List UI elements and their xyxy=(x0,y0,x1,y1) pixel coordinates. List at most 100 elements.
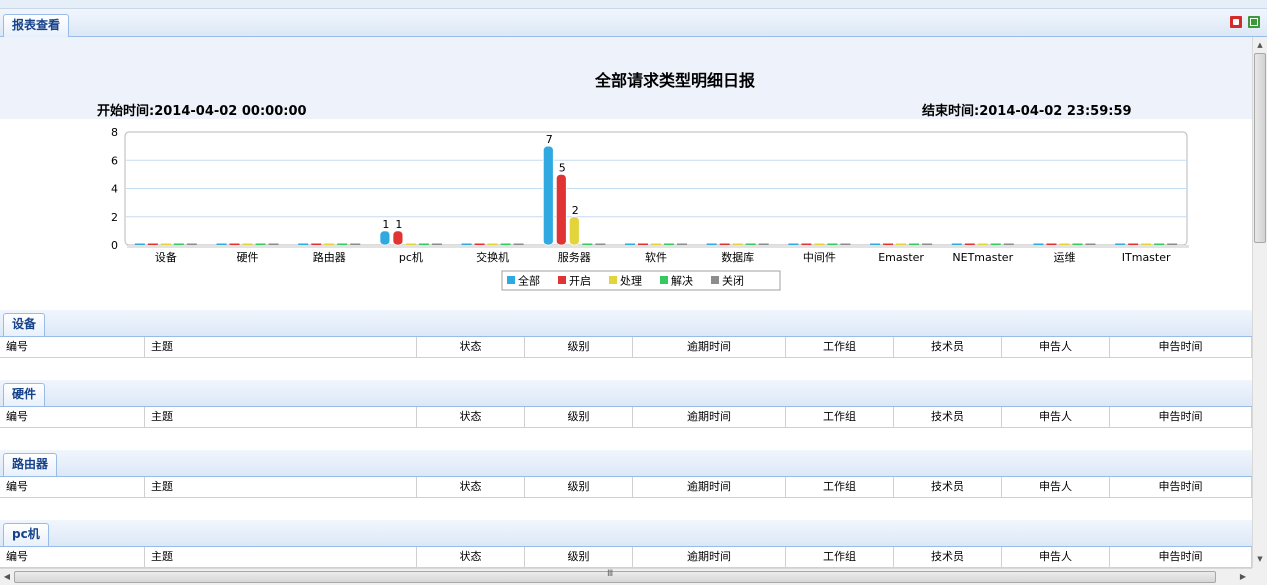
column-header[interactable]: 状态 xyxy=(417,477,525,497)
bar xyxy=(840,243,851,245)
column-header[interactable]: 主题 xyxy=(145,407,417,427)
column-header[interactable]: 工作组 xyxy=(786,407,894,427)
section-tab[interactable]: pc机 xyxy=(3,523,49,546)
report-header: 全部请求类型明细日报 开始时间:2014-04-02 00:00:00 结束时间… xyxy=(0,37,1252,119)
tab-report-view[interactable]: 报表查看 xyxy=(3,14,70,37)
bar xyxy=(883,243,894,245)
column-header[interactable]: 状态 xyxy=(417,337,525,357)
bar xyxy=(418,243,429,245)
bar xyxy=(1059,243,1070,245)
column-header[interactable]: 级别 xyxy=(525,477,633,497)
column-header[interactable]: 主题 xyxy=(145,477,417,497)
bar xyxy=(147,243,158,245)
scroll-left-arrow-icon[interactable]: ◀ xyxy=(0,569,14,585)
column-header[interactable]: 申告时间 xyxy=(1110,477,1252,497)
horizontal-scrollbar[interactable]: ◀ Ⅲ ▶ xyxy=(0,568,1252,585)
bar xyxy=(337,243,348,245)
column-header[interactable]: 申告人 xyxy=(1002,477,1110,497)
bar xyxy=(255,243,266,245)
column-header[interactable]: 申告人 xyxy=(1002,337,1110,357)
column-header[interactable]: 编号 xyxy=(0,337,145,357)
table-header-row: 编号 主题 状态 级别 逾期时间 工作组 技术员 申告人 申告时间 xyxy=(0,337,1252,358)
bar xyxy=(186,243,197,245)
column-header[interactable]: 工作组 xyxy=(786,337,894,357)
scroll-right-arrow-icon[interactable]: ▶ xyxy=(1236,569,1250,585)
column-header[interactable]: 申告时间 xyxy=(1110,407,1252,427)
horizontal-scroll-thumb[interactable]: Ⅲ xyxy=(14,569,1216,583)
column-header[interactable]: 工作组 xyxy=(786,477,894,497)
column-header[interactable]: 编号 xyxy=(0,547,145,567)
column-header[interactable]: 申告时间 xyxy=(1110,547,1252,567)
bar xyxy=(638,243,648,245)
column-header[interactable]: 逾期时间 xyxy=(633,477,786,497)
column-header[interactable]: 技术员 xyxy=(894,337,1002,357)
column-header[interactable]: 逾期时间 xyxy=(633,407,786,427)
bar xyxy=(555,173,567,246)
y-tick-label: 8 xyxy=(111,126,118,139)
bar xyxy=(651,243,661,245)
bar xyxy=(500,243,511,245)
bar xyxy=(870,243,881,245)
y-tick-label: 0 xyxy=(111,239,118,252)
section-header: pc机 xyxy=(0,520,1252,547)
bar xyxy=(474,243,485,245)
column-header[interactable]: 级别 xyxy=(525,547,633,567)
vertical-scrollbar[interactable]: ▲ ▼ xyxy=(1252,37,1267,568)
section-tab[interactable]: 硬件 xyxy=(3,383,46,406)
bar xyxy=(487,243,498,245)
bar xyxy=(431,243,442,245)
bar xyxy=(732,243,743,245)
column-header[interactable]: 编号 xyxy=(0,477,145,497)
vertical-scroll-thumb[interactable] xyxy=(1254,53,1266,243)
x-tick-label: pc机 xyxy=(399,250,423,264)
column-header[interactable]: 技术员 xyxy=(894,407,1002,427)
legend-label: 开启 xyxy=(569,275,591,288)
bar xyxy=(268,243,279,245)
bar xyxy=(827,243,838,245)
legend-swatch xyxy=(558,276,566,284)
legend-label: 处理 xyxy=(620,275,642,288)
tab-strip: 报表查看 xyxy=(0,9,1267,37)
bar xyxy=(677,243,687,245)
bar xyxy=(625,243,635,245)
section-tab[interactable]: 路由器 xyxy=(3,453,58,476)
section-tab[interactable]: 设备 xyxy=(3,313,46,336)
column-header[interactable]: 申告时间 xyxy=(1110,337,1252,357)
column-header[interactable]: 编号 xyxy=(0,407,145,427)
scroll-up-arrow-icon[interactable]: ▲ xyxy=(1253,38,1267,52)
column-header[interactable]: 级别 xyxy=(525,337,633,357)
column-header[interactable]: 技术员 xyxy=(894,477,1002,497)
x-tick-label: 交换机 xyxy=(476,250,509,264)
column-header[interactable]: 申告人 xyxy=(1002,407,1110,427)
bar xyxy=(513,243,524,245)
column-header[interactable]: 级别 xyxy=(525,407,633,427)
x-tick-label: 数据库 xyxy=(721,250,754,264)
bar xyxy=(719,243,730,245)
bar xyxy=(1046,243,1057,245)
scroll-down-arrow-icon[interactable]: ▼ xyxy=(1253,552,1267,566)
bar xyxy=(461,243,472,245)
bar xyxy=(229,243,240,245)
column-header[interactable]: 主题 xyxy=(145,337,417,357)
bar xyxy=(1003,243,1014,245)
bar xyxy=(896,243,907,245)
bar xyxy=(758,243,769,245)
top-strip xyxy=(0,0,1267,9)
bar xyxy=(242,243,253,245)
pdf-export-icon[interactable] xyxy=(1230,16,1242,28)
bar xyxy=(1154,243,1165,245)
column-header[interactable]: 逾期时间 xyxy=(633,337,786,357)
excel-export-icon[interactable] xyxy=(1248,16,1260,28)
column-header[interactable]: 工作组 xyxy=(786,547,894,567)
column-header[interactable]: 逾期时间 xyxy=(633,547,786,567)
column-header[interactable]: 主题 xyxy=(145,547,417,567)
legend-swatch xyxy=(660,276,668,284)
bar xyxy=(405,243,416,245)
column-header[interactable]: 申告人 xyxy=(1002,547,1110,567)
column-header[interactable]: 技术员 xyxy=(894,547,1002,567)
data-label: 5 xyxy=(559,161,566,174)
bar xyxy=(298,243,309,245)
column-header[interactable]: 状态 xyxy=(417,547,525,567)
column-header[interactable]: 状态 xyxy=(417,407,525,427)
bar xyxy=(990,243,1001,245)
